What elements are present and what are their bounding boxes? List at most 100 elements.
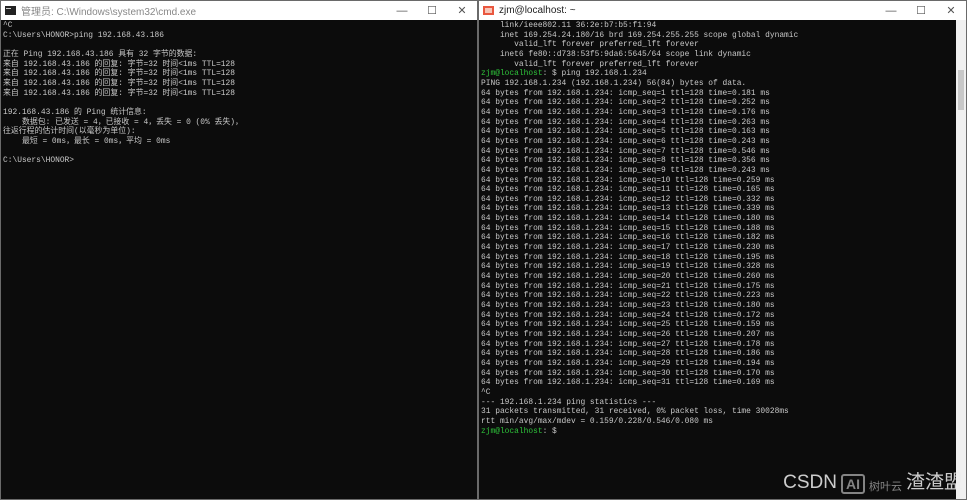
console-line: inet 169.254.24.180/16 brd 169.254.255.2… (481, 30, 799, 40)
reply-seq-ttl: 9 ttl=128 time= (660, 165, 732, 175)
reply-time: 0.176 (731, 107, 756, 117)
reply-time: 0.252 (731, 98, 756, 108)
reply-unit: ms (755, 107, 770, 117)
console-line: ^C (481, 387, 491, 397)
reply-prefix: 64 bytes from 192.168.1.234: icmp_seq= (481, 252, 661, 262)
reply-prefix: 64 bytes from 192.168.1.234: icmp_seq= (481, 349, 661, 359)
reply-time: 0.332 (736, 194, 761, 204)
reply-time: 0.339 (736, 204, 761, 214)
console-line: PING 192.168.1.234 (192.168.1.234) 56(84… (481, 78, 747, 88)
reply-unit: ms (760, 358, 775, 368)
reply-time: 0.263 (731, 117, 756, 127)
reply-time: 0.259 (736, 175, 761, 185)
reply-unit: ms (760, 281, 775, 291)
reply-prefix: 64 bytes from 192.168.1.234: icmp_seq= (481, 378, 661, 388)
command-text: : $ ping 192.168.1.234 (542, 69, 647, 79)
putty-icon (483, 6, 494, 15)
console-line: zjm@localhost: $ (481, 427, 966, 437)
cmd-window-title: 管理员: C:\Windows\system32\cmd.exe (21, 7, 197, 18)
reply-seq-ttl: 17 ttl=128 time= (660, 243, 737, 253)
minimize-button[interactable]: — (876, 5, 906, 17)
reply-unit: ms (760, 233, 775, 243)
reply-prefix: 64 bytes from 192.168.1.234: icmp_seq= (481, 243, 661, 253)
reply-seq-ttl: 3 ttl=128 time= (660, 107, 732, 117)
minimize-button[interactable]: — (387, 5, 417, 17)
console-line: 数据包: 已发送 = 4，已接收 = 4，丢失 = 0 (0% 丢失)， (3, 117, 243, 127)
reply-prefix: 64 bytes from 192.168.1.234: icmp_seq= (481, 136, 661, 146)
console-line: ^C (3, 21, 13, 30)
reply-prefix: 64 bytes from 192.168.1.234: icmp_seq= (481, 233, 661, 243)
reply-prefix: 64 bytes from 192.168.1.234: icmp_seq= (481, 301, 661, 311)
reply-prefix: 64 bytes from 192.168.1.234: icmp_seq= (481, 117, 661, 127)
ping-reply-line: 64 bytes from 192.168.1.234: icmp_seq=30… (481, 369, 966, 379)
ping-reply-line: 64 bytes from 192.168.1.234: icmp_seq=6 … (481, 137, 966, 147)
ping-reply-line: 64 bytes from 192.168.1.234: icmp_seq=29… (481, 359, 966, 369)
reply-unit: ms (760, 310, 775, 320)
ping-reply-line: 64 bytes from 192.168.1.234: icmp_seq=1 … (481, 89, 966, 99)
reply-unit: ms (760, 301, 775, 311)
reply-unit: ms (760, 320, 775, 330)
console-line: valid_lft forever preferred_lft forever (481, 40, 699, 50)
console-line: 来自 192.168.43.186 的回复: 字节=32 时间<1ms TTL=… (3, 69, 236, 79)
reply-prefix: 64 bytes from 192.168.1.234: icmp_seq= (481, 127, 661, 137)
reply-prefix: 64 bytes from 192.168.1.234: icmp_seq= (481, 223, 661, 233)
cmd-title-bar[interactable]: 管理员: C:\Windows\system32\cmd.exe — ☐ ✕ (1, 1, 477, 20)
reply-seq-ttl: 6 ttl=128 time= (660, 136, 732, 146)
reply-time: 0.195 (736, 252, 761, 262)
reply-unit: ms (760, 243, 775, 253)
cmd-console-output[interactable]: ^C C:\Users\HONOR>ping 192.168.43.186 正在 … (1, 20, 477, 166)
reply-unit: ms (760, 368, 775, 378)
reply-time: 0.159 (736, 320, 761, 330)
reply-time: 0.186 (736, 349, 761, 359)
reply-time: 0.243 (731, 136, 756, 146)
reply-time: 0.180 (736, 301, 761, 311)
reply-seq-ttl: 22 ttl=128 time= (660, 291, 737, 301)
reply-prefix: 64 bytes from 192.168.1.234: icmp_seq= (481, 320, 661, 330)
reply-unit: ms (760, 349, 775, 359)
console-line: 192.168.43.186 的 Ping 统计信息: (3, 107, 147, 117)
console-line: 往返行程的估计时间(以毫秒为单位): (3, 127, 136, 137)
ssh-title-bar[interactable]: zjm@localhost: ~ — ☐ ✕ (479, 1, 966, 20)
reply-seq-ttl: 18 ttl=128 time= (660, 252, 737, 262)
ssh-window-title: zjm@localhost: ~ (499, 5, 576, 16)
reply-seq-ttl: 26 ttl=128 time= (660, 330, 737, 339)
maximize-button[interactable]: ☐ (906, 4, 936, 17)
ping-reply-line: 64 bytes from 192.168.1.234: icmp_seq=22… (481, 291, 966, 301)
watermark-ai-logo: AI (840, 474, 865, 494)
ssh-console-output[interactable]: link/ieee802.11 36:2e:b7:b5:f1:94 inet 1… (479, 20, 966, 436)
reply-prefix: 64 bytes from 192.168.1.234: icmp_seq= (481, 185, 661, 195)
ping-reply-line: 64 bytes from 192.168.1.234: icmp_seq=21… (481, 282, 966, 292)
console-line: valid_lft forever preferred_lft forever (481, 59, 699, 69)
reply-time: 0.194 (736, 358, 761, 368)
reply-time: 0.163 (731, 127, 756, 137)
ping-reply-line: 64 bytes from 192.168.1.234: icmp_seq=28… (481, 349, 966, 359)
reply-seq-ttl: 4 ttl=128 time= (660, 117, 732, 127)
ping-reply-line: 64 bytes from 192.168.1.234: icmp_seq=19… (481, 262, 966, 272)
ping-reply-line: 64 bytes from 192.168.1.234: icmp_seq=3 … (481, 108, 966, 118)
console-line: 来自 192.168.43.186 的回复: 字节=32 时间<1ms TTL=… (3, 78, 236, 88)
scrollbar-thumb[interactable] (958, 70, 964, 110)
scrollbar[interactable] (956, 20, 966, 499)
reply-seq-ttl: 19 ttl=128 time= (660, 262, 737, 272)
console-line: 正在 Ping 192.168.43.186 具有 32 字节的数据: (3, 49, 198, 59)
close-button[interactable]: ✕ (447, 4, 477, 17)
ping-reply-line: 64 bytes from 192.168.1.234: icmp_seq=4 … (481, 118, 966, 128)
reply-seq-ttl: 5 ttl=128 time= (660, 127, 732, 137)
watermark-brand-small: 树叶云 (868, 481, 902, 493)
reply-prefix: 64 bytes from 192.168.1.234: icmp_seq= (481, 107, 661, 117)
reply-time: 0.230 (736, 243, 761, 253)
reply-seq-ttl: 8 ttl=128 time= (660, 156, 732, 166)
reply-time: 0.356 (731, 156, 756, 166)
ping-reply-line: 64 bytes from 192.168.1.234: icmp_seq=17… (481, 243, 966, 253)
close-button[interactable]: ✕ (936, 4, 966, 17)
reply-unit: ms (755, 156, 770, 166)
reply-prefix: 64 bytes from 192.168.1.234: icmp_seq= (481, 339, 661, 349)
reply-seq-ttl: 10 ttl=128 time= (660, 175, 737, 185)
reply-time: 0.169 (736, 378, 761, 388)
maximize-button[interactable]: ☐ (417, 4, 447, 17)
reply-prefix: 64 bytes from 192.168.1.234: icmp_seq= (481, 204, 661, 214)
reply-prefix: 64 bytes from 192.168.1.234: icmp_seq= (481, 194, 661, 204)
reply-seq-ttl: 21 ttl=128 time= (660, 281, 737, 291)
